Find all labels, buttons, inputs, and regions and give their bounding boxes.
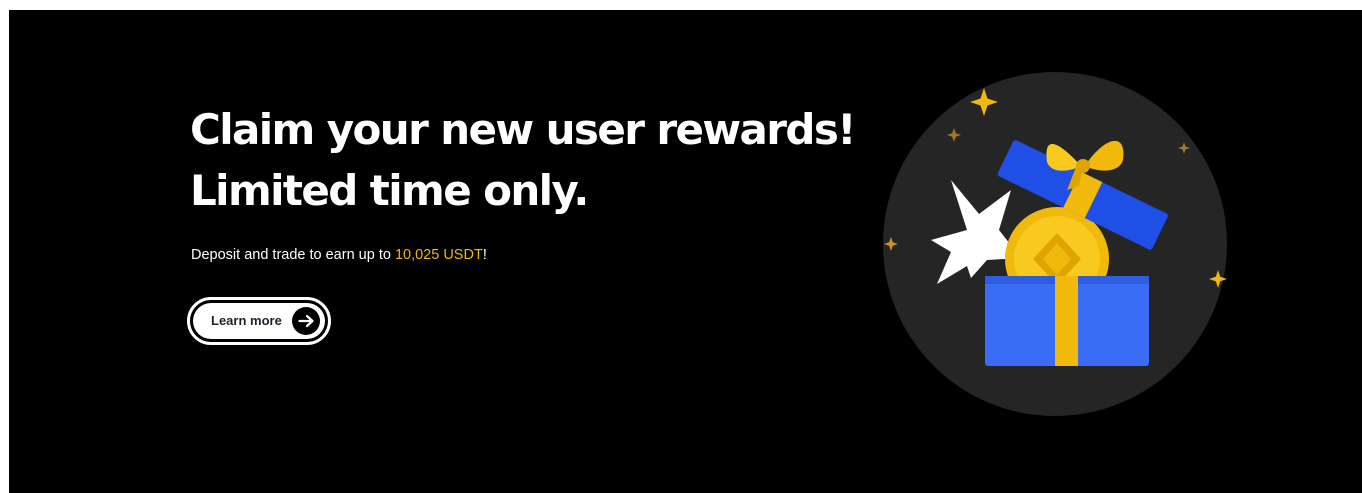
subtext-tail: !: [482, 247, 487, 263]
subtext-lead: Deposit and trade to earn up to: [191, 247, 395, 263]
learn-more-button-body[interactable]: Learn more: [193, 303, 325, 339]
headline-line-1: Claim your new user rewards!: [190, 105, 856, 154]
reward-amount: 10,025 USDT: [394, 247, 483, 263]
gift-ribbon: [1055, 276, 1078, 366]
arrow-right-icon: [292, 307, 320, 335]
headline-line-2: Limited time only.: [190, 166, 589, 215]
gift-box-illustration: [871, 62, 1231, 422]
promo-banner: Claim your new user rewards! Limited tim…: [9, 10, 1362, 493]
banner-headline: Claim your new user rewards! Limited tim…: [190, 99, 856, 221]
banner-subtext: Deposit and trade to earn up to 10,025 U…: [191, 245, 487, 265]
learn-more-button[interactable]: Learn more: [187, 297, 331, 345]
page-frame: Claim your new user rewards! Limited tim…: [0, 0, 1362, 493]
learn-more-label: Learn more: [211, 313, 282, 328]
